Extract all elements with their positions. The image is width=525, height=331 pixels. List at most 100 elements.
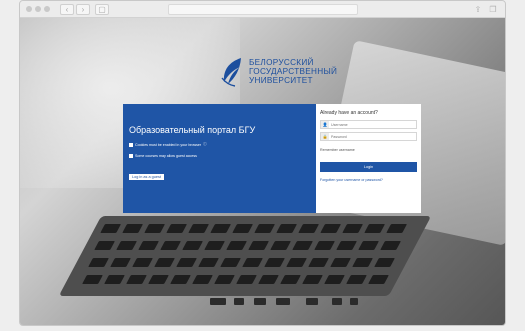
background-key: [364, 224, 386, 233]
background-key: [100, 224, 122, 233]
background-key: [302, 275, 323, 284]
address-bar[interactable]: [168, 4, 358, 15]
background-key: [258, 275, 279, 284]
guest-login-button[interactable]: Log in as a guest: [129, 174, 164, 180]
background-key: [220, 258, 241, 267]
background-key: [226, 241, 247, 250]
background-key: [336, 241, 357, 250]
background-key: [358, 241, 379, 250]
background-key: [138, 241, 159, 250]
background-key: [204, 241, 225, 250]
university-name-line3: УНИВЕРСИТЕТ: [249, 76, 313, 85]
background-key: [324, 275, 345, 284]
background-key: [132, 258, 153, 267]
password-field[interactable]: 🔒: [320, 132, 417, 141]
background-key: [308, 258, 329, 267]
forward-button[interactable]: ›: [76, 4, 90, 15]
background-key: [166, 224, 188, 233]
background-port: [254, 298, 266, 305]
background-key: [330, 258, 351, 267]
portal-info-panel: Образовательный портал БГУ Cookies must …: [123, 104, 316, 213]
background-key: [270, 241, 291, 250]
background-key: [182, 241, 203, 250]
background-key: [320, 224, 342, 233]
background-key: [342, 224, 364, 233]
background-key: [346, 275, 367, 284]
page-viewport: БЕЛОРУССКИЙ ГОСУДАРСТВЕННЫЙ УНИВЕРСИТЕТ …: [20, 18, 505, 325]
background-key: [198, 258, 219, 267]
background-key: [176, 258, 197, 267]
background-port: [234, 298, 244, 305]
background-key: [374, 258, 395, 267]
cookies-notice: Cookies must be enabled in your browser …: [129, 142, 310, 147]
background-port: [332, 298, 342, 305]
background-key: [232, 224, 254, 233]
university-name-line1: БЕЛОРУССКИЙ: [249, 58, 314, 67]
background-key: [170, 275, 191, 284]
lock-icon: 🔒: [321, 133, 329, 140]
remember-username-label: Remember username: [320, 148, 355, 152]
minimize-window-button[interactable]: [35, 6, 41, 12]
university-name-line2: ГОСУДАРСТВЕННЫЙ: [249, 67, 338, 76]
background-key: [298, 224, 320, 233]
background-key: [264, 258, 285, 267]
background-key: [248, 241, 269, 250]
background-port: [350, 298, 358, 305]
background-key: [122, 224, 144, 233]
login-panel: Already have an account? 👤 🔒 Remember us…: [316, 104, 421, 213]
info-icon: [129, 154, 133, 158]
background-key: [94, 241, 115, 250]
portal-title: Образовательный портал БГУ: [129, 125, 256, 135]
background-key: [286, 258, 307, 267]
background-key: [110, 258, 131, 267]
background-key: [214, 275, 235, 284]
tabs-icon[interactable]: ❐: [487, 4, 499, 15]
background-key: [254, 224, 276, 233]
background-port: [210, 298, 226, 305]
password-input[interactable]: [329, 133, 409, 140]
background-key: [236, 275, 257, 284]
background-key: [292, 241, 313, 250]
background-key: [126, 275, 147, 284]
background-key: [242, 258, 263, 267]
help-icon[interactable]: ⓘ: [203, 142, 207, 147]
share-icon[interactable]: ⇪: [472, 4, 484, 15]
forgot-credentials-link[interactable]: Forgotten your username or password?: [320, 178, 417, 182]
background-key: [116, 241, 137, 250]
background-laptop-keyboard: [58, 216, 432, 296]
browser-window: ‹ › ▢ ⇪ ❐ БЕЛОРУССКИЙ ГОСУДАРСТВЕННЫЙ УН…: [19, 0, 506, 326]
remember-username-option[interactable]: Remember username: [320, 148, 417, 152]
background-key: [148, 275, 169, 284]
guest-notice-text: Some courses may allow guest access: [135, 154, 197, 158]
background-key: [386, 224, 408, 233]
background-key: [88, 258, 109, 267]
background-key: [380, 241, 401, 250]
cookies-notice-text: Cookies must be enabled in your browser: [135, 142, 202, 147]
university-emblem-icon: [221, 58, 241, 87]
background-key: [210, 224, 232, 233]
sidebar-icon[interactable]: ▢: [95, 4, 109, 15]
username-field[interactable]: 👤: [320, 120, 417, 129]
background-key: [276, 224, 298, 233]
background-key: [314, 241, 335, 250]
background-port: [306, 298, 318, 305]
background-key: [160, 241, 181, 250]
background-key: [188, 224, 210, 233]
background-key: [192, 275, 213, 284]
university-name: БЕЛОРУССКИЙ ГОСУДАРСТВЕННЫЙ УНИВЕРСИТЕТ: [249, 58, 337, 85]
browser-toolbar: ‹ › ▢ ⇪ ❐: [20, 1, 505, 18]
login-button[interactable]: Login: [320, 162, 417, 172]
back-button[interactable]: ‹: [60, 4, 74, 15]
background-key: [82, 275, 103, 284]
guest-notice: Some courses may allow guest access: [129, 154, 310, 158]
login-heading: Already have an account?: [320, 110, 378, 116]
username-input[interactable]: [329, 121, 409, 128]
close-window-button[interactable]: [26, 6, 32, 12]
background-key: [352, 258, 373, 267]
background-key: [104, 275, 125, 284]
background-key: [154, 258, 175, 267]
info-icon: [129, 142, 133, 147]
zoom-window-button[interactable]: [44, 6, 50, 12]
background-port: [276, 298, 290, 305]
background-key: [144, 224, 166, 233]
